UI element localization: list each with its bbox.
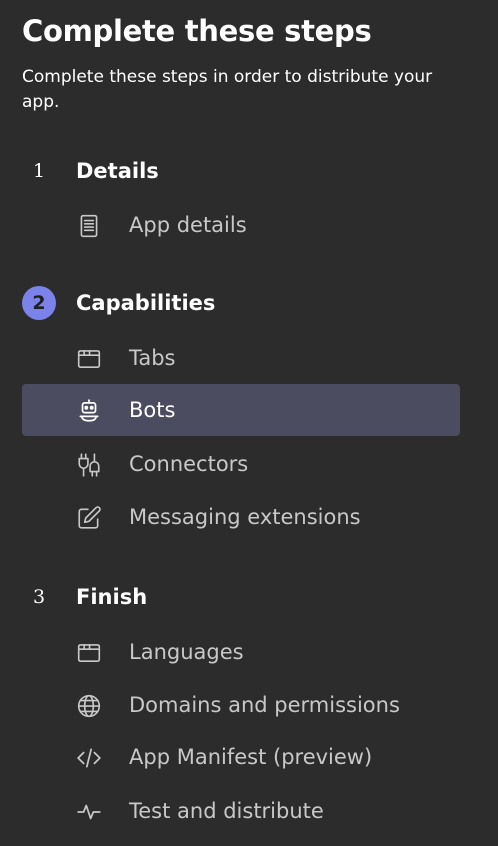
nav-item-label: App Manifest (preview) — [129, 745, 373, 769]
nav-item-domains-permissions[interactable]: Domains and permissions — [22, 679, 460, 731]
step-finish-header: 3 Finish — [22, 580, 147, 614]
nav-item-label: Bots — [129, 398, 176, 422]
nav-item-bots[interactable]: Bots — [22, 384, 460, 436]
code-brackets-icon — [76, 745, 102, 771]
pulse-icon — [76, 799, 102, 825]
nav-item-label: Messaging extensions — [129, 505, 361, 529]
connector-plug-icon — [76, 452, 102, 478]
steps-panel: Complete these steps Complete these step… — [0, 0, 498, 846]
step-label: Capabilities — [76, 291, 216, 315]
page-title: Complete these steps — [22, 14, 372, 48]
bot-icon — [76, 398, 102, 424]
nav-item-label: Test and distribute — [129, 799, 324, 823]
nav-item-languages[interactable]: Languages — [22, 626, 460, 678]
tab-window-icon — [76, 346, 102, 372]
document-list-icon — [76, 213, 102, 239]
nav-item-label: Connectors — [129, 452, 249, 476]
nav-item-label: Domains and permissions — [129, 693, 400, 717]
step-capabilities-header: 2 Capabilities — [22, 286, 215, 320]
page-subtitle: Complete these steps in order to distrib… — [22, 67, 433, 112]
step-label: Finish — [76, 585, 148, 609]
nav-item-tabs[interactable]: Tabs — [22, 332, 460, 384]
edit-pencil-icon — [76, 505, 102, 531]
nav-item-connectors[interactable]: Connectors — [22, 438, 460, 490]
step-number: 3 — [32, 586, 46, 608]
step-number-active: 2 — [22, 286, 56, 320]
globe-icon — [76, 693, 102, 719]
step-label: Details — [76, 159, 159, 183]
step-details-header: 1 Details — [22, 154, 159, 188]
nav-item-app-details[interactable]: App details — [22, 199, 460, 251]
nav-item-app-manifest[interactable]: App Manifest (preview) — [22, 731, 460, 783]
nav-item-label: App details — [129, 213, 247, 237]
nav-item-label: Tabs — [129, 346, 176, 370]
step-number: 1 — [32, 160, 46, 182]
nav-item-messaging-extensions[interactable]: Messaging extensions — [22, 491, 460, 543]
nav-item-label: Languages — [129, 640, 244, 664]
tab-window-icon — [76, 640, 102, 666]
nav-item-test-distribute[interactable]: Test and distribute — [22, 785, 460, 837]
